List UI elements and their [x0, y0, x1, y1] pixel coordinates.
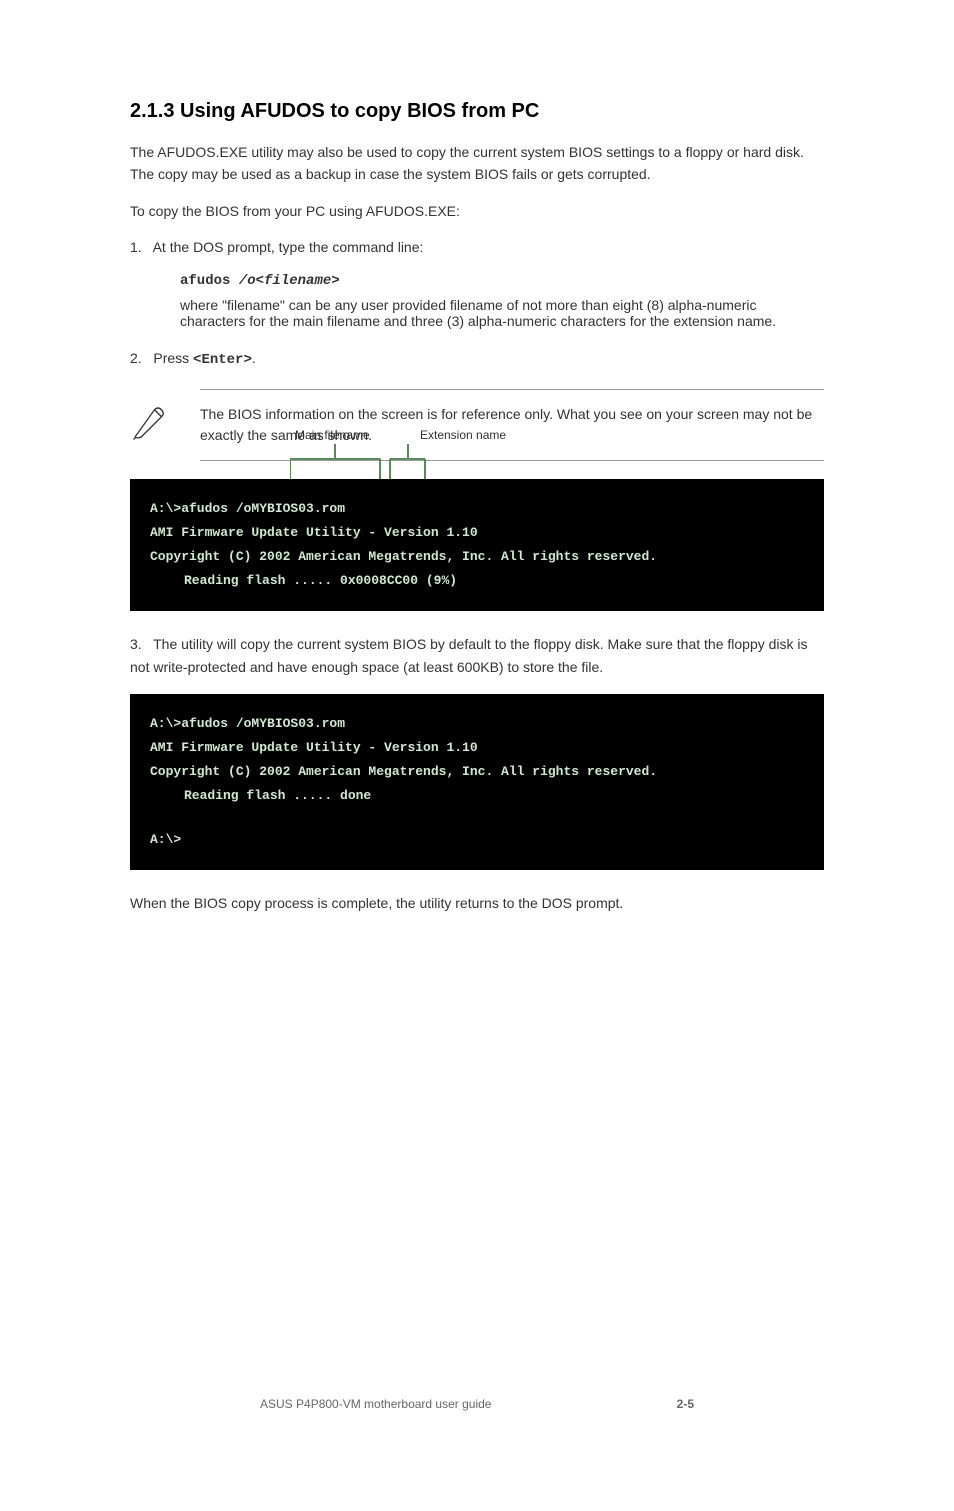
note-text: The BIOS information on the screen is fo…	[200, 389, 824, 461]
pencil-note-icon	[130, 401, 175, 448]
step2-bold: Press	[153, 350, 193, 366]
step3-number: 3.	[130, 636, 142, 652]
step1-intro: To copy the BIOS from your PC using AFUD…	[130, 200, 824, 222]
section-title: 2.1.3 Using AFUDOS to copy BIOS from PC	[130, 100, 824, 123]
terminal1-line2: AMI Firmware Update Utility - Version 1.…	[150, 521, 804, 545]
terminal-block-1-wrapper: Main filename Extension name A:\>afudos …	[130, 479, 824, 611]
step1-text: At the DOS prompt, type the command line…	[153, 239, 424, 255]
terminal1-line1: A:\>afudos /oMYBIOS03.rom	[150, 497, 804, 521]
footer-page-number: 2-5	[677, 1397, 694, 1411]
command-arg: /o<filename>	[239, 273, 340, 289]
terminal2-blank	[150, 808, 804, 828]
terminal-output-2: A:\>afudos /oMYBIOS03.rom AMI Firmware U…	[130, 694, 824, 870]
note-box: The BIOS information on the screen is fo…	[130, 389, 824, 461]
step3: 3. The utility will copy the current sys…	[130, 633, 824, 678]
terminal2-line2: AMI Firmware Update Utility - Version 1.…	[150, 736, 804, 760]
step1: 1. At the DOS prompt, type the command l…	[130, 236, 824, 258]
step2: 2. Press <Enter>.	[130, 347, 824, 371]
enter-key: <Enter>	[193, 352, 252, 368]
command-line: afudos /o<filename>	[180, 273, 824, 289]
step3-text: The utility will copy the current system…	[130, 636, 808, 674]
intro-paragraph: The AFUDOS.EXE utility may also be used …	[130, 141, 824, 186]
terminal2-line5: A:\>	[150, 828, 804, 852]
page-footer: ASUS P4P800-VM motherboard user guide 2-…	[130, 1397, 824, 1411]
footer-left-text: ASUS P4P800-VM motherboard user guide	[260, 1397, 491, 1411]
terminal1-line4: Reading flash ..... 0x0008CC00 (9%)	[150, 569, 804, 593]
terminal2-line1: A:\>afudos /oMYBIOS03.rom	[150, 712, 804, 736]
terminal2-line3: Copyright (C) 2002 American Megatrends, …	[150, 760, 804, 784]
terminal-output-1: A:\>afudos /oMYBIOS03.rom AMI Firmware U…	[130, 479, 824, 611]
closing-paragraph: When the BIOS copy process is complete, …	[130, 892, 824, 914]
terminal2-line4: Reading flash ..... done	[150, 784, 804, 808]
syntax-description: where "filename" can be any user provide…	[180, 297, 824, 329]
terminal1-line3: Copyright (C) 2002 American Megatrends, …	[150, 545, 804, 569]
step2-number: 2.	[130, 350, 142, 366]
step1-number: 1.	[130, 239, 142, 255]
command-afudos: afudos	[180, 273, 230, 289]
